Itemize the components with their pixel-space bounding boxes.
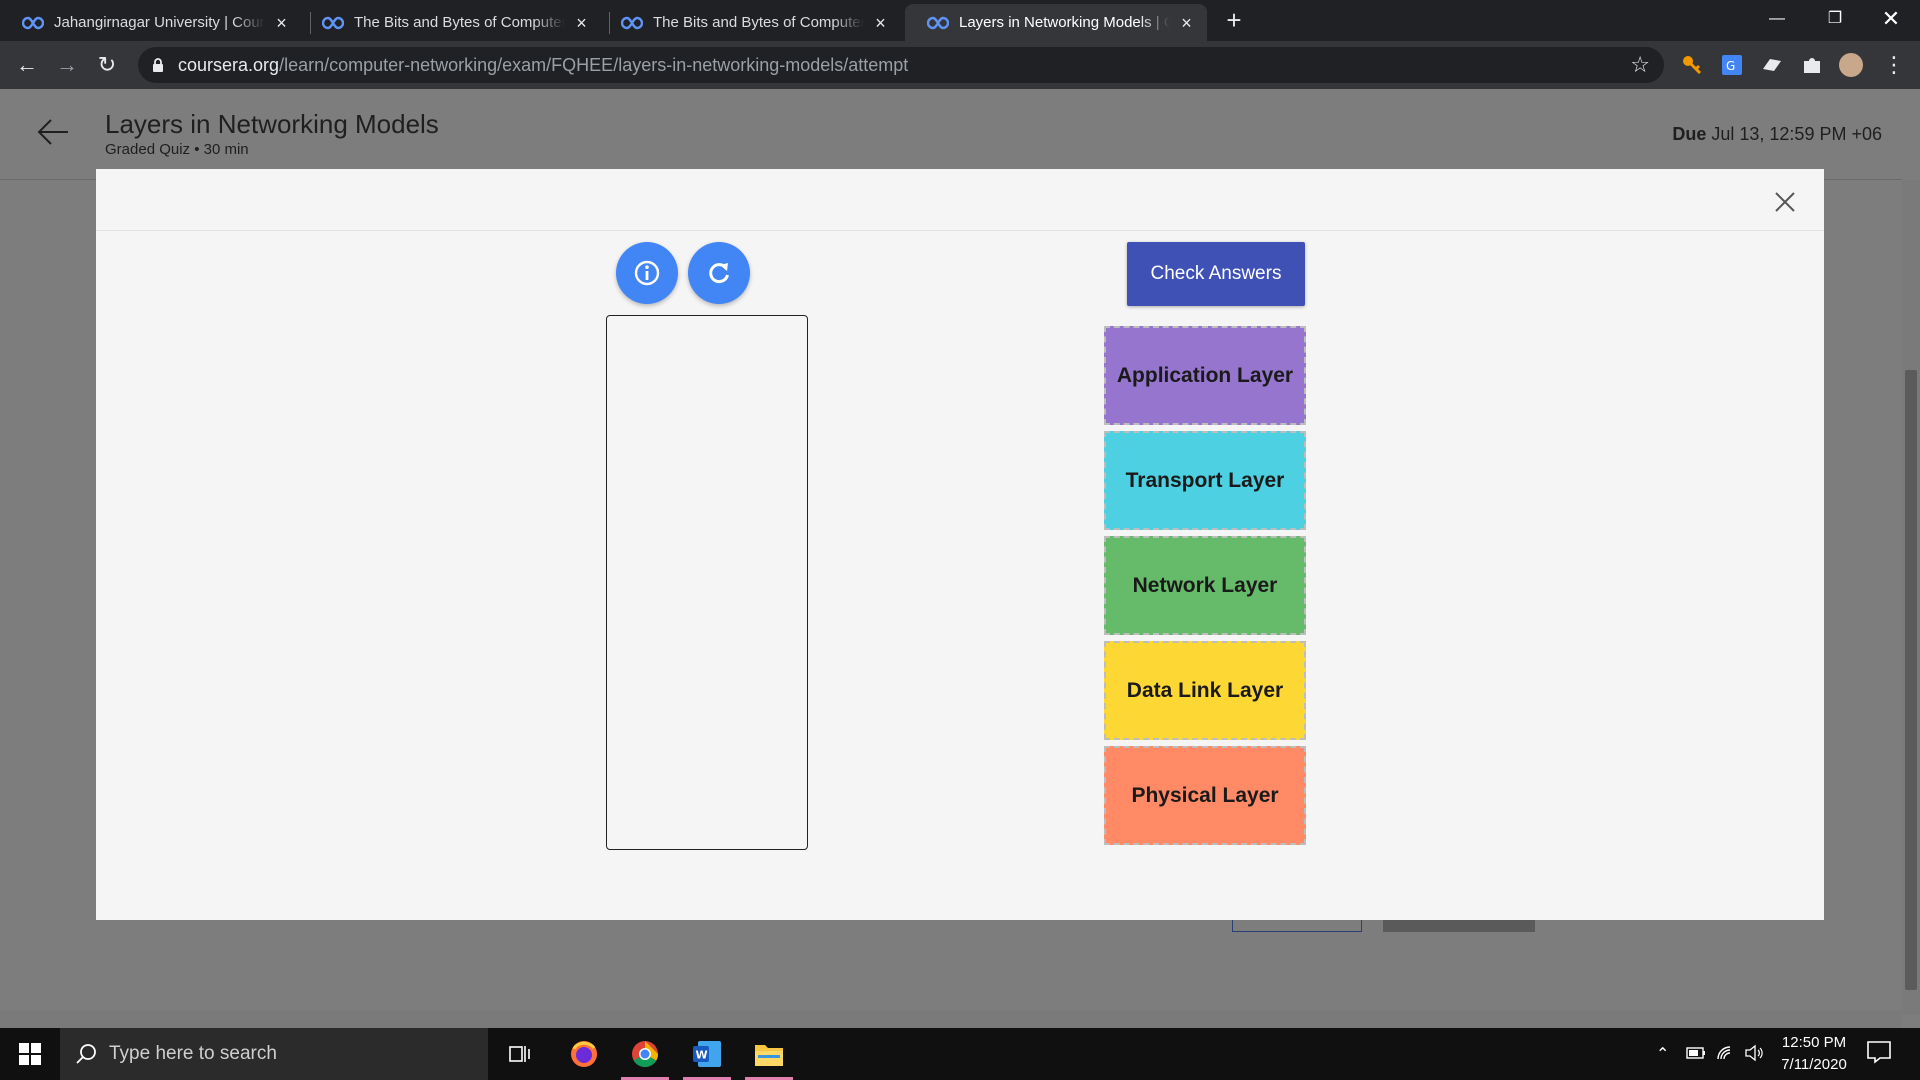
address-bar[interactable]: coursera.org/learn/computer-networking/e…	[138, 47, 1664, 83]
windows-taskbar: Type here to search W ⌃ 12:50 PM 7/11/20…	[0, 1028, 1920, 1080]
chrome-icon	[632, 1041, 659, 1068]
close-icon[interactable]	[1774, 191, 1796, 213]
profile-avatar[interactable]	[1839, 53, 1863, 77]
browser-tab-active[interactable]: Layers in Networking Models | Coursera ×	[905, 4, 1207, 41]
translate-extension-icon[interactable]: G	[1720, 53, 1744, 77]
draggable-layer-card[interactable]: Data Link Layer	[1104, 641, 1306, 740]
draggable-layer-card[interactable]: Network Layer	[1104, 536, 1306, 635]
coursera-favicon-icon	[621, 16, 643, 29]
modal-header	[96, 169, 1824, 231]
tab-title: Layers in Networking Models | Coursera	[959, 14, 1170, 31]
taskbar-word[interactable]: W	[677, 1028, 737, 1080]
tab-close-icon[interactable]: ×	[1178, 14, 1195, 32]
due-value: Jul 13, 12:59 PM +06	[1711, 124, 1882, 144]
volume-icon[interactable]	[1744, 1044, 1764, 1062]
taskbar-chrome[interactable]	[615, 1028, 675, 1080]
chrome-menu-icon[interactable]: ⋮	[1880, 51, 1908, 79]
coursera-favicon-icon	[22, 16, 44, 29]
url-host: coursera.org	[178, 55, 280, 75]
info-button[interactable]	[616, 242, 678, 304]
clock-time: 12:50 PM	[1781, 1034, 1847, 1051]
browser-tab[interactable]: The Bits and Bytes of Computer Networkin…	[599, 4, 901, 41]
puzzle-extensions-icon[interactable]	[1800, 53, 1824, 77]
tab-title: Jahangirnagar University | Course	[54, 14, 265, 31]
notification-icon[interactable]	[1866, 1040, 1892, 1064]
back-arrow-icon[interactable]	[36, 117, 70, 147]
tab-close-icon[interactable]: ×	[573, 14, 590, 32]
quiz-subtitle: Graded Quiz • 30 min	[105, 141, 249, 158]
horizontal-scrollbar[interactable]	[0, 1010, 1902, 1028]
tab-close-icon[interactable]: ×	[872, 14, 889, 32]
firefox-icon	[571, 1041, 597, 1067]
drag-drop-modal: Check Answers Application Layer Transpor…	[96, 169, 1824, 920]
tab-title: The Bits and Bytes of Computer Networkin…	[653, 14, 864, 31]
new-tab-button[interactable]: +	[1220, 6, 1248, 34]
browser-tab[interactable]: Jahangirnagar University | Course ×	[0, 4, 302, 41]
folder-icon	[755, 1045, 783, 1066]
browser-tab-strip: Jahangirnagar University | Course × The …	[0, 0, 1920, 41]
reset-button[interactable]	[688, 242, 750, 304]
tab-title: The Bits and Bytes of Computer Networkin…	[354, 14, 565, 31]
coursera-favicon-icon	[927, 16, 949, 29]
browser-toolbar: ← → ↻ coursera.org/learn/computer-networ…	[0, 41, 1920, 89]
extension-icon[interactable]	[1760, 53, 1784, 77]
clock-date: 7/11/2020	[1781, 1056, 1847, 1073]
task-view-icon	[509, 1046, 530, 1062]
coursera-favicon-icon	[322, 16, 344, 29]
bookmark-star-icon[interactable]: ☆	[1630, 52, 1650, 78]
background-button	[1383, 920, 1535, 932]
task-view-button[interactable]	[490, 1028, 550, 1080]
draggable-layer-card[interactable]: Physical Layer	[1104, 746, 1306, 845]
tray-chevron-icon[interactable]: ⌃	[1656, 1044, 1669, 1064]
scrollbar-thumb[interactable]	[1905, 370, 1917, 990]
draggable-layer-card[interactable]: Transport Layer	[1104, 431, 1306, 530]
start-button[interactable]	[0, 1028, 60, 1080]
back-button[interactable]: ←	[13, 51, 41, 79]
windows-logo-icon	[19, 1043, 41, 1065]
lock-icon	[153, 58, 163, 72]
key-extension-icon[interactable]	[1680, 53, 1704, 77]
quiz-header: Layers in Networking Models Graded Quiz …	[0, 89, 1902, 180]
url-text: coursera.org/learn/computer-networking/e…	[178, 55, 908, 76]
refresh-icon	[709, 263, 729, 284]
close-window-button[interactable]: ✕	[1862, 0, 1920, 38]
svg-text:W: W	[696, 1049, 708, 1062]
reload-button[interactable]: ↻	[93, 51, 121, 79]
search-icon	[76, 1044, 96, 1064]
minimize-button[interactable]: —	[1748, 0, 1806, 38]
restore-button[interactable]: ❐	[1806, 0, 1864, 38]
search-placeholder: Type here to search	[109, 1043, 277, 1064]
answer-drop-zone[interactable]	[606, 315, 808, 850]
due-label: Due	[1672, 124, 1707, 144]
due-date: Due Jul 13, 12:59 PM +06	[1672, 124, 1882, 145]
system-clock[interactable]: 12:50 PM 7/11/2020	[1764, 1032, 1864, 1076]
forward-button[interactable]: →	[53, 51, 81, 79]
browser-tab[interactable]: The Bits and Bytes of Computer Networkin…	[300, 4, 602, 41]
taskbar-firefox[interactable]	[554, 1028, 614, 1080]
taskbar-search-box[interactable]: Type here to search	[60, 1028, 488, 1080]
battery-icon[interactable]	[1686, 1046, 1706, 1060]
tab-close-icon[interactable]: ×	[273, 14, 290, 32]
page-title: Layers in Networking Models	[105, 109, 439, 139]
wifi-icon[interactable]	[1716, 1044, 1736, 1062]
url-path: /learn/computer-networking/exam/FQHEE/la…	[279, 55, 909, 75]
info-icon	[634, 260, 660, 286]
word-icon: W	[693, 1041, 721, 1067]
vertical-scrollbar[interactable]	[1902, 180, 1920, 1015]
svg-text:G: G	[1726, 59, 1735, 73]
taskbar-file-explorer[interactable]	[739, 1028, 799, 1080]
check-answers-button[interactable]: Check Answers	[1127, 242, 1305, 306]
draggable-layer-card[interactable]: Application Layer	[1104, 326, 1306, 425]
